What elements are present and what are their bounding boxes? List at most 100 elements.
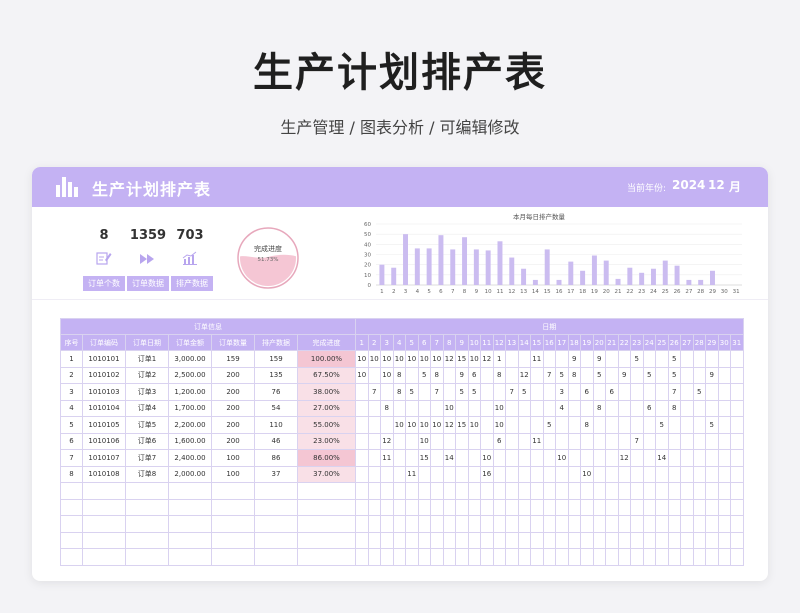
day-cell[interactable]: 6: [605, 383, 619, 401]
day-cell[interactable]: 10: [355, 350, 369, 368]
empty-cell[interactable]: [355, 548, 369, 566]
progress-cell[interactable]: 23.00%: [297, 432, 356, 450]
day-cell[interactable]: [717, 383, 731, 401]
empty-cell[interactable]: [442, 498, 456, 516]
table-row-empty[interactable]: [60, 548, 744, 566]
empty-cell[interactable]: [517, 548, 531, 566]
empty-cell[interactable]: [380, 482, 394, 500]
day-cell[interactable]: 12: [480, 350, 494, 368]
day-cell[interactable]: [492, 383, 506, 401]
empty-cell[interactable]: [254, 531, 298, 549]
empty-cell[interactable]: [692, 482, 706, 500]
day-cell[interactable]: [567, 449, 581, 467]
day-cell[interactable]: [555, 432, 569, 450]
empty-cell[interactable]: [592, 531, 606, 549]
empty-cell[interactable]: [630, 531, 644, 549]
day-cell[interactable]: [655, 383, 669, 401]
empty-cell[interactable]: [367, 498, 381, 516]
day-cell[interactable]: 10: [442, 399, 456, 417]
day-cell[interactable]: [367, 416, 381, 434]
empty-cell[interactable]: [60, 498, 83, 516]
day-cell[interactable]: 6: [642, 399, 656, 417]
empty-cell[interactable]: [492, 531, 506, 549]
day-cell[interactable]: [605, 416, 619, 434]
day-cell[interactable]: [580, 366, 594, 384]
table-cell[interactable]: 6: [60, 432, 83, 450]
empty-cell[interactable]: [505, 531, 519, 549]
table-cell[interactable]: 1010108: [82, 465, 126, 483]
day-cell[interactable]: [717, 350, 731, 368]
table-row-empty[interactable]: [60, 498, 744, 516]
day-cell[interactable]: [605, 465, 619, 483]
empty-cell[interactable]: [455, 548, 469, 566]
day-cell[interactable]: 5: [630, 350, 644, 368]
day-cell[interactable]: 9: [705, 366, 719, 384]
empty-cell[interactable]: [467, 531, 481, 549]
empty-cell[interactable]: [455, 531, 469, 549]
empty-cell[interactable]: [517, 531, 531, 549]
day-cell[interactable]: [705, 399, 719, 417]
day-cell[interactable]: [517, 399, 531, 417]
empty-cell[interactable]: [530, 548, 544, 566]
day-cell[interactable]: 7: [430, 383, 444, 401]
day-cell[interactable]: [467, 399, 481, 417]
empty-cell[interactable]: [580, 531, 594, 549]
empty-cell[interactable]: [505, 515, 519, 533]
empty-cell[interactable]: [254, 548, 298, 566]
day-cell[interactable]: [642, 416, 656, 434]
empty-cell[interactable]: [60, 482, 83, 500]
day-cell[interactable]: [467, 449, 481, 467]
day-cell[interactable]: [692, 432, 706, 450]
empty-cell[interactable]: [542, 482, 556, 500]
day-cell[interactable]: 8: [592, 399, 606, 417]
table-cell[interactable]: 1010104: [82, 399, 126, 417]
table-cell[interactable]: 订单2: [125, 366, 169, 384]
day-cell[interactable]: [667, 432, 681, 450]
empty-cell[interactable]: [542, 531, 556, 549]
day-cell[interactable]: 16: [480, 465, 494, 483]
day-cell[interactable]: [730, 432, 744, 450]
table-cell[interactable]: 7: [60, 449, 83, 467]
empty-cell[interactable]: [517, 482, 531, 500]
day-cell[interactable]: [517, 449, 531, 467]
day-cell[interactable]: 14: [442, 449, 456, 467]
empty-cell[interactable]: [680, 482, 694, 500]
day-cell[interactable]: 5: [555, 366, 569, 384]
empty-cell[interactable]: [655, 531, 669, 549]
day-cell[interactable]: [667, 416, 681, 434]
day-cell[interactable]: 11: [405, 465, 419, 483]
day-cell[interactable]: 7: [542, 366, 556, 384]
day-cell[interactable]: 9: [567, 350, 581, 368]
empty-cell[interactable]: [567, 515, 581, 533]
empty-cell[interactable]: [297, 498, 356, 516]
table-cell[interactable]: 200: [211, 399, 255, 417]
table-cell[interactable]: 76: [254, 383, 298, 401]
day-cell[interactable]: 10: [380, 350, 394, 368]
day-cell[interactable]: [505, 449, 519, 467]
day-cell[interactable]: [505, 350, 519, 368]
empty-cell[interactable]: [480, 515, 494, 533]
empty-cell[interactable]: [730, 515, 744, 533]
table-cell[interactable]: 135: [254, 366, 298, 384]
day-cell[interactable]: [680, 465, 694, 483]
empty-cell[interactable]: [655, 482, 669, 500]
day-cell[interactable]: [580, 399, 594, 417]
empty-cell[interactable]: [405, 515, 419, 533]
empty-cell[interactable]: [380, 515, 394, 533]
day-cell[interactable]: 10: [430, 416, 444, 434]
empty-cell[interactable]: [580, 515, 594, 533]
day-cell[interactable]: [717, 416, 731, 434]
empty-cell[interactable]: [730, 482, 744, 500]
day-cell[interactable]: 8: [430, 366, 444, 384]
progress-cell[interactable]: 38.00%: [297, 383, 356, 401]
day-cell[interactable]: 5: [655, 416, 669, 434]
day-cell[interactable]: [542, 350, 556, 368]
day-cell[interactable]: 10: [417, 432, 431, 450]
day-cell[interactable]: [417, 465, 431, 483]
empty-cell[interactable]: [211, 515, 255, 533]
day-cell[interactable]: [605, 399, 619, 417]
day-cell[interactable]: 10: [417, 350, 431, 368]
day-cell[interactable]: [417, 383, 431, 401]
day-cell[interactable]: 5: [405, 383, 419, 401]
empty-cell[interactable]: [505, 482, 519, 500]
